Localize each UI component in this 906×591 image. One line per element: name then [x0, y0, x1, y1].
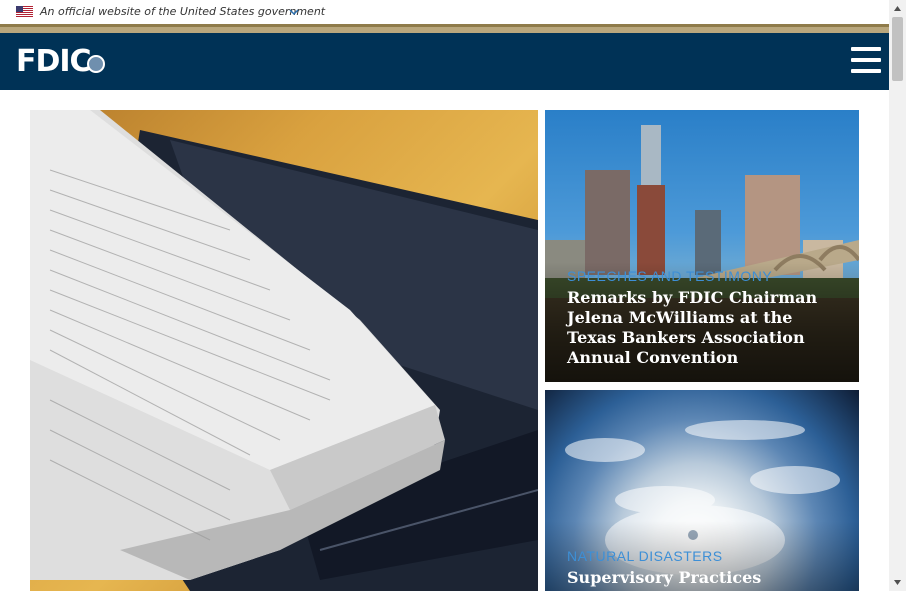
gov-banner-text[interactable]: An official website of the United States…: [40, 5, 325, 18]
newspaper-image: [30, 110, 538, 591]
menu-bar: [851, 69, 881, 73]
us-flag-icon: [16, 6, 33, 17]
page-scrollbar[interactable]: [889, 0, 906, 591]
card-category[interactable]: NATURAL DISASTERS: [567, 548, 723, 564]
card-title[interactable]: Remarks by FDIC Chairman Jelena McWillia…: [567, 288, 837, 368]
logo-text: FDIC: [16, 44, 92, 79]
scroll-up-arrow-icon[interactable]: [889, 0, 906, 17]
scroll-down-arrow-icon[interactable]: [889, 574, 906, 591]
hamburger-menu-icon[interactable]: [851, 47, 881, 73]
feature-card-disaster[interactable]: NATURAL DISASTERS Supervisory Practices: [545, 390, 859, 591]
fdic-logo[interactable]: FDIC: [16, 46, 105, 78]
gov-banner: An official website of the United States…: [0, 0, 889, 24]
site-header: FDIC: [0, 33, 889, 90]
feature-card-speech[interactable]: SPEECHES AND TESTIMONY Remarks by FDIC C…: [545, 110, 859, 382]
menu-bar: [851, 47, 881, 51]
chevron-down-icon[interactable]: [289, 8, 299, 16]
scroll-thumb[interactable]: [892, 17, 903, 81]
hero-feature-image[interactable]: [30, 110, 538, 591]
seal-icon: [86, 55, 105, 73]
card-category[interactable]: SPEECHES AND TESTIMONY: [567, 268, 772, 284]
menu-bar: [851, 58, 881, 62]
card-title[interactable]: Supervisory Practices: [567, 568, 837, 588]
